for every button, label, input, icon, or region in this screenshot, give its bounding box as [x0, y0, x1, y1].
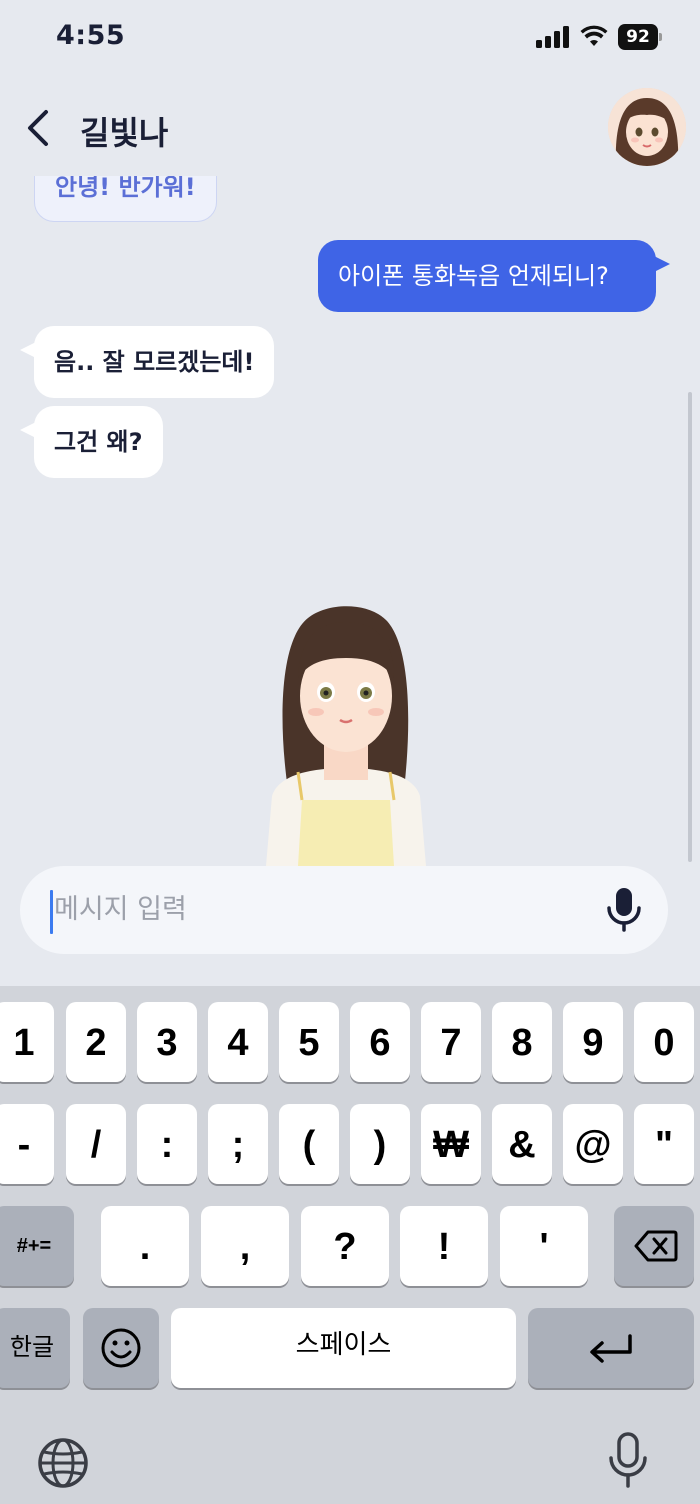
back-button[interactable] — [20, 106, 60, 150]
avatar[interactable] — [608, 88, 686, 166]
key-6[interactable]: 6 — [350, 1002, 410, 1082]
keyboard: 1 2 3 4 5 6 7 8 9 0 - / : ; ( ) ₩ & @ " … — [0, 986, 700, 1504]
character-illustration — [266, 606, 426, 866]
backspace-key[interactable] — [614, 1206, 694, 1286]
key-4[interactable]: 4 — [208, 1002, 268, 1082]
key-open-paren[interactable]: ( — [279, 1104, 339, 1184]
message-bubble-bot: 안녕! 반가워! — [34, 176, 217, 222]
cellular-signal-icon — [536, 26, 570, 48]
microphone-icon[interactable] — [604, 886, 644, 934]
key-1[interactable]: 1 — [0, 1002, 54, 1082]
key-8[interactable]: 8 — [492, 1002, 552, 1082]
text-caret — [50, 890, 53, 934]
message-input-bar[interactable]: 메시지 입력 — [20, 866, 668, 954]
key-7[interactable]: 7 — [421, 1002, 481, 1082]
backspace-icon — [634, 1230, 678, 1262]
chat-scrollbar[interactable] — [688, 392, 692, 862]
message-bubble-bot: 그건 왜? — [34, 406, 163, 478]
key-0[interactable]: 0 — [634, 1002, 694, 1082]
key-9[interactable]: 9 — [563, 1002, 623, 1082]
emoji-key[interactable] — [83, 1308, 159, 1388]
key-won[interactable]: ₩ — [421, 1104, 481, 1184]
key-apostrophe[interactable]: ' — [500, 1206, 588, 1286]
message-bubble-bot: 음.. 잘 모르겠는데! — [34, 326, 275, 398]
key-period[interactable]: . — [101, 1206, 189, 1286]
status-bar: 4:55 92 — [0, 0, 700, 76]
battery-icon: 92 — [618, 24, 662, 50]
key-korean-toggle[interactable]: 한글 — [0, 1308, 70, 1388]
key-semicolon[interactable]: ; — [208, 1104, 268, 1184]
chat-title: 길빛나 — [80, 114, 169, 152]
globe-icon[interactable] — [36, 1436, 90, 1490]
key-2[interactable]: 2 — [66, 1002, 126, 1082]
key-comma[interactable]: , — [201, 1206, 289, 1286]
key-exclamation[interactable]: ! — [400, 1206, 488, 1286]
message-bubble-user: 아이폰 통화녹음 언제되니? — [318, 240, 656, 312]
wifi-icon — [580, 25, 608, 46]
emoji-icon — [101, 1328, 141, 1368]
return-key[interactable] — [528, 1308, 694, 1388]
key-close-paren[interactable]: ) — [350, 1104, 410, 1184]
key-more-symbols[interactable]: #+= — [0, 1206, 74, 1286]
key-3[interactable]: 3 — [137, 1002, 197, 1082]
key-question[interactable]: ? — [301, 1206, 389, 1286]
message-input[interactable]: 메시지 입력 — [54, 890, 187, 930]
space-key[interactable]: 스페이스 — [171, 1308, 516, 1388]
key-5[interactable]: 5 — [279, 1002, 339, 1082]
key-quote[interactable]: " — [634, 1104, 694, 1184]
dictation-microphone-icon[interactable] — [606, 1430, 650, 1494]
chat-header: 길빛나 — [0, 80, 700, 176]
key-colon[interactable]: : — [137, 1104, 197, 1184]
key-ampersand[interactable]: & — [492, 1104, 552, 1184]
status-time: 4:55 — [56, 20, 126, 51]
key-at[interactable]: @ — [563, 1104, 623, 1184]
battery-level: 92 — [618, 24, 658, 50]
key-hyphen[interactable]: - — [0, 1104, 54, 1184]
key-slash[interactable]: / — [66, 1104, 126, 1184]
return-icon — [590, 1334, 632, 1363]
